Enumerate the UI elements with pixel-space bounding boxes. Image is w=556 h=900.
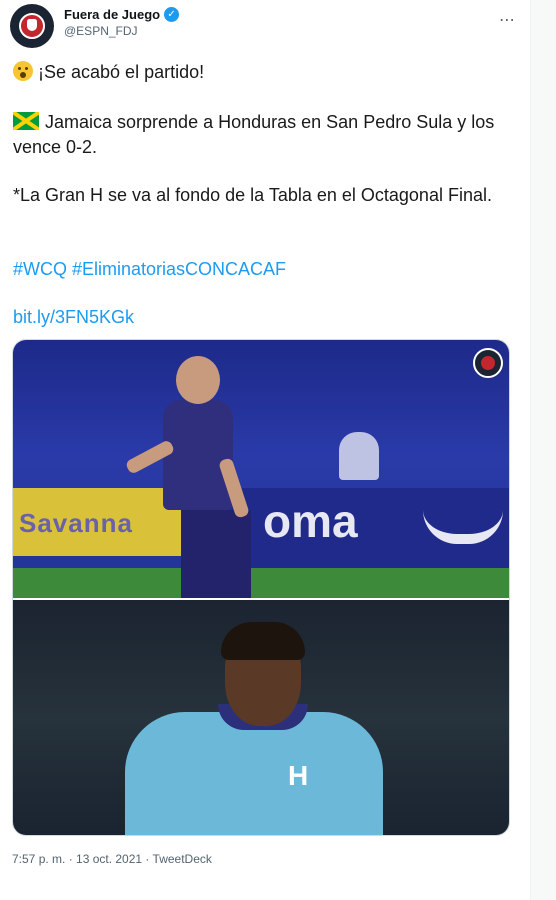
espn-fdj-watermark-icon bbox=[473, 348, 503, 378]
jamaica-flag-icon bbox=[13, 112, 39, 130]
tweet-link[interactable]: bit.ly/3FN5KGk bbox=[13, 305, 518, 330]
ad-board-blue-text: oma bbox=[263, 495, 358, 547]
coach-figure-head bbox=[176, 356, 220, 404]
tweet-card[interactable]: Fuera de Juego ✓ @ESPN_FDJ ⋯ ¡Se acabó e… bbox=[0, 0, 530, 900]
tweet-match-result: Jamaica sorprende a Honduras en San Pedr… bbox=[13, 112, 495, 157]
player-figure-hair bbox=[221, 622, 305, 660]
ad-board-yellow: Savanna bbox=[13, 488, 183, 556]
tweet-headline: ¡Se acabó el partido! bbox=[38, 62, 205, 82]
spectator-figure bbox=[339, 432, 379, 480]
tweet-timestamp[interactable]: 7:57 p. m. · 13 oct. 2021 · TweetDeck bbox=[12, 852, 212, 866]
photo-coach[interactable]: Savanna oma bbox=[13, 340, 509, 598]
avatar[interactable] bbox=[10, 4, 54, 48]
espn-fdj-logo-icon bbox=[19, 13, 45, 39]
player-jersey bbox=[125, 712, 383, 835]
ad-board-yellow-text: Savanna bbox=[19, 508, 133, 538]
author-names: Fuera de Juego ✓ @ESPN_FDJ bbox=[64, 7, 180, 38]
tweet-text-line1: ¡Se acabó el partido! bbox=[13, 60, 518, 85]
coach-figure-legs bbox=[181, 510, 251, 598]
verified-badge-icon: ✓ bbox=[164, 7, 180, 22]
right-sidebar-rail bbox=[530, 0, 556, 900]
coach-figure-body bbox=[163, 400, 233, 510]
brand-swoosh-icon bbox=[423, 510, 503, 544]
display-name-row: Fuera de Juego ✓ bbox=[64, 7, 180, 22]
pitch-grass bbox=[13, 568, 509, 598]
player-jersey-crest: H bbox=[288, 760, 309, 791]
tweet-media[interactable]: Savanna oma H bbox=[12, 339, 510, 836]
astonished-face-icon bbox=[13, 61, 33, 81]
display-name[interactable]: Fuera de Juego bbox=[64, 7, 160, 22]
tweet-hashtags[interactable]: #WCQ #EliminatoriasCONCACAF bbox=[13, 257, 518, 282]
tweet-text-line2: Jamaica sorprende a Honduras en San Pedr… bbox=[13, 110, 518, 160]
user-handle[interactable]: @ESPN_FDJ bbox=[64, 24, 179, 38]
tweet-text-line3: *La Gran H se va al fondo de la Tabla en… bbox=[13, 185, 492, 205]
more-options-icon[interactable]: ⋯ bbox=[499, 10, 516, 30]
photo-goalkeeper[interactable]: H bbox=[13, 600, 509, 835]
tweet-header: Fuera de Juego ✓ @ESPN_FDJ ⋯ bbox=[10, 4, 520, 48]
